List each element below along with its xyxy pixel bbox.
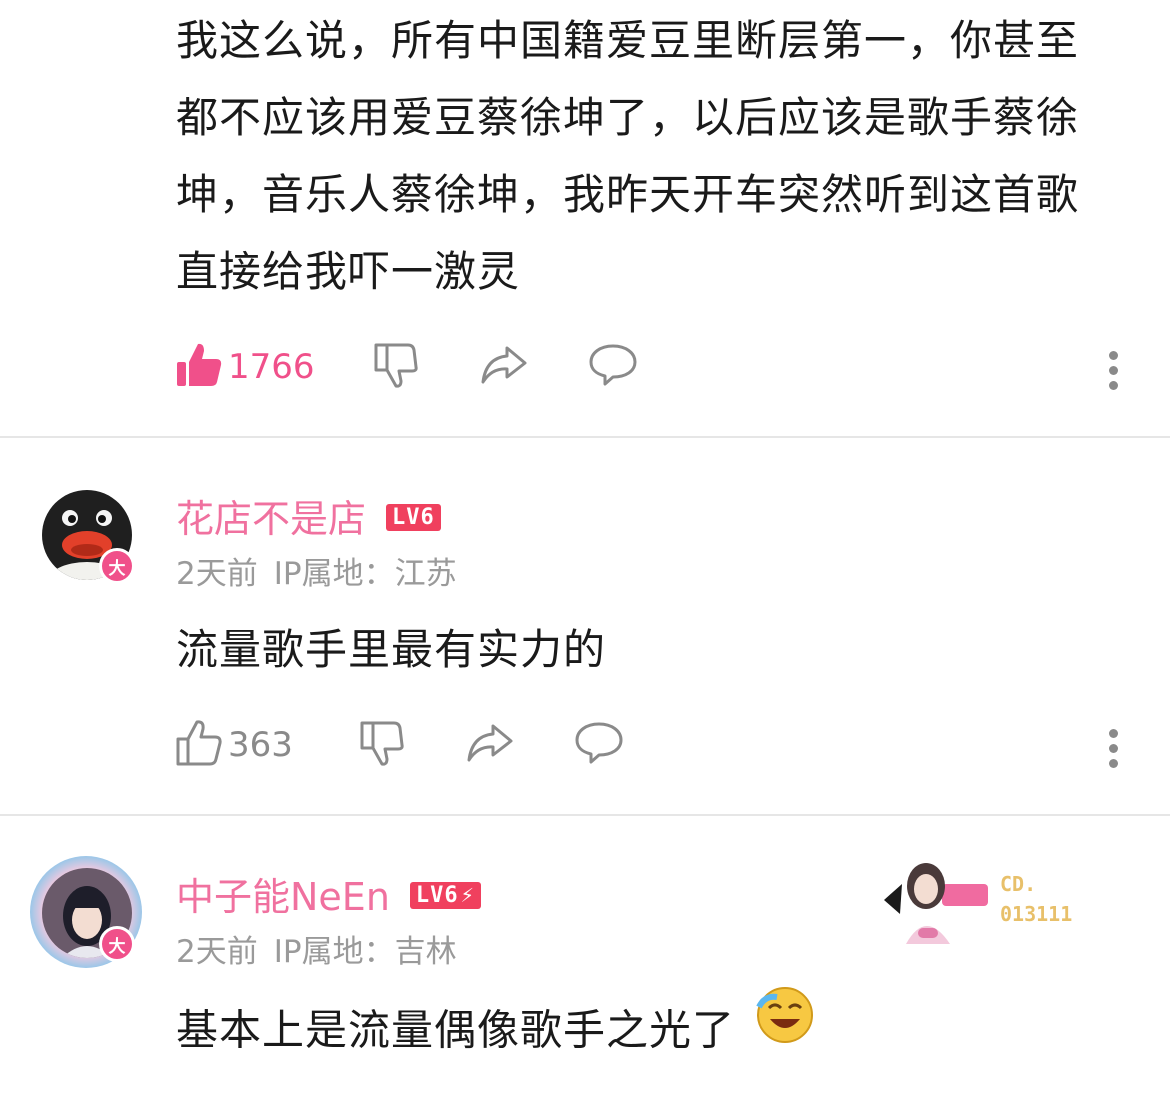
- verified-badge-icon: 大: [99, 548, 135, 584]
- comment-meta: 2天前 IP属地：江苏: [176, 548, 473, 593]
- more-vertical-icon[interactable]: [1108, 348, 1118, 393]
- username-text[interactable]: 中子能NeEn: [176, 875, 390, 919]
- share-icon: [466, 722, 514, 768]
- comment-time: 2天前: [176, 934, 258, 970]
- dislike-button[interactable]: [372, 341, 480, 393]
- ip-location: IP属地：吉林: [273, 934, 457, 970]
- reply-icon: [574, 721, 624, 769]
- comment-text-content: 基本上是流量偶像歌手之光了: [176, 1005, 736, 1055]
- dislike-button[interactable]: [358, 719, 466, 771]
- like-button[interactable]: 1766: [176, 341, 372, 393]
- share-button[interactable]: [480, 344, 588, 390]
- reply-icon: [588, 343, 638, 391]
- username[interactable]: 中子能NeEn LV6⚡: [176, 866, 481, 921]
- share-button[interactable]: [466, 722, 574, 768]
- comment-text: 流量歌手里最有实力的: [176, 625, 607, 674]
- comment-text: 基本上是流量偶像歌手之光了: [176, 987, 1106, 1075]
- comment-3: 大 中子能NeEn LV6⚡ 2天前 IP属地：吉林 CD. 013111 基本上是…: [0, 816, 1170, 1098]
- fan-card-decoration[interactable]: CD. 013111: [880, 856, 1080, 946]
- like-button[interactable]: 363: [176, 719, 358, 771]
- comment-text: 我这么说，所有中国籍爱豆里断层第一，你甚至都不应该用爱豆蔡徐坤了，以后应该是歌手…: [176, 16, 1080, 296]
- comment-time: 2天前: [176, 556, 258, 592]
- ip-location: IP属地：江苏: [273, 556, 457, 592]
- lightning-icon: ⚡: [460, 883, 475, 908]
- reply-button[interactable]: [574, 721, 624, 769]
- comment-meta: 2天前 IP属地：吉林: [176, 926, 473, 971]
- comment-actions: 363: [176, 715, 624, 775]
- fan-card-label: CD.: [1000, 872, 1037, 896]
- comment-1: 我这么说，所有中国籍爱豆里断层第一，你甚至都不应该用爱豆蔡徐坤了，以后应该是歌手…: [0, 0, 1170, 436]
- reply-button[interactable]: [588, 343, 638, 391]
- thumbs-up-icon: [176, 719, 222, 771]
- thumbs-up-icon: [176, 341, 222, 393]
- level-text: LV6: [415, 883, 459, 908]
- thumbs-down-icon: [358, 719, 404, 771]
- character-sticker-icon: [884, 863, 988, 944]
- more-vertical-icon[interactable]: [1108, 726, 1118, 771]
- comment-actions: 1766: [176, 337, 638, 397]
- fan-card-number: 013111: [1000, 902, 1073, 926]
- comment-2: 大 花店不是店 LV6 2天前 IP属地：江苏 流量歌手里最有实力的 363: [0, 438, 1170, 814]
- like-count: 1766: [228, 347, 315, 387]
- like-count: 363: [228, 725, 293, 765]
- level-badge: LV6⚡: [409, 882, 481, 909]
- thumbs-down-icon: [372, 341, 418, 393]
- share-icon: [480, 344, 528, 390]
- username-text[interactable]: 花店不是店: [176, 497, 366, 541]
- username[interactable]: 花店不是店 LV6: [176, 488, 441, 543]
- verified-badge-icon: 大: [99, 926, 135, 962]
- laughing-cry-emoji-icon: [755, 985, 815, 1069]
- level-badge: LV6: [386, 504, 441, 531]
